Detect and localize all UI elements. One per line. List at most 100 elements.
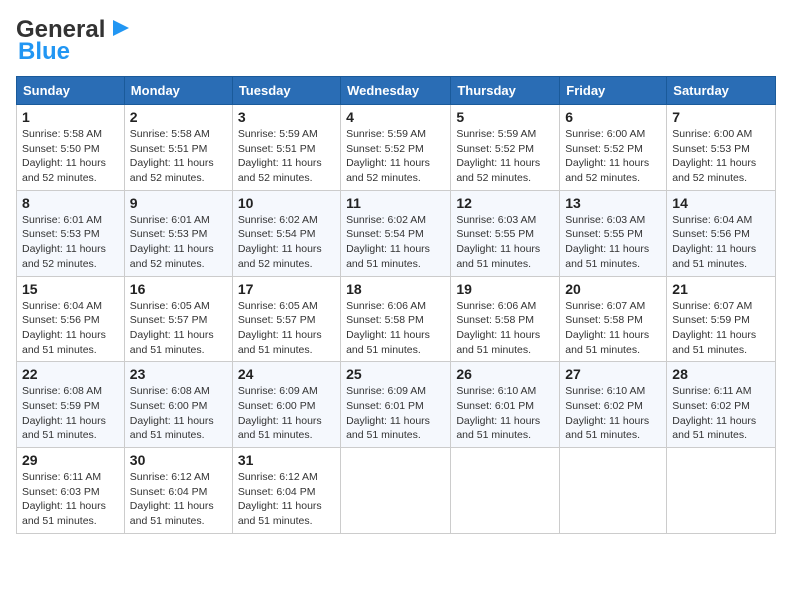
day-info: Sunrise: 6:06 AMSunset: 5:58 PMDaylight:… [456, 300, 540, 356]
day-info: Sunrise: 6:03 AMSunset: 5:55 PMDaylight:… [456, 214, 540, 270]
calendar-cell: 29 Sunrise: 6:11 AMSunset: 6:03 PMDayligh… [17, 448, 125, 534]
day-info: Sunrise: 6:07 AMSunset: 5:59 PMDaylight:… [672, 300, 756, 356]
day-number: 2 [130, 109, 227, 125]
calendar-cell: 4 Sunrise: 5:59 AMSunset: 5:52 PMDaylight… [341, 105, 451, 191]
calendar-cell [667, 448, 776, 534]
day-info: Sunrise: 6:10 AMSunset: 6:02 PMDaylight:… [565, 385, 649, 441]
calendar-cell: 14 Sunrise: 6:04 AMSunset: 5:56 PMDayligh… [667, 190, 776, 276]
day-number: 19 [456, 281, 554, 297]
calendar-cell: 11 Sunrise: 6:02 AMSunset: 5:54 PMDayligh… [341, 190, 451, 276]
calendar-week-2: 8Sunrise: 6:01 AMSunset: 5:53 PMDaylight… [17, 190, 776, 276]
day-info: Sunrise: 5:58 AMSunset: 5:51 PMDaylight:… [130, 128, 214, 184]
calendar-cell [341, 448, 451, 534]
weekday-header-monday: Monday [124, 77, 232, 105]
day-number: 20 [565, 281, 661, 297]
calendar-cell: 27 Sunrise: 6:10 AMSunset: 6:02 PMDayligh… [560, 362, 667, 448]
day-number: 29 [22, 452, 119, 468]
day-info: Sunrise: 6:09 AMSunset: 6:01 PMDaylight:… [346, 385, 430, 441]
day-number: 17 [238, 281, 335, 297]
day-info: Sunrise: 6:00 AMSunset: 5:53 PMDaylight:… [672, 128, 756, 184]
day-number: 3 [238, 109, 335, 125]
weekday-header-sunday: Sunday [17, 77, 125, 105]
day-info: Sunrise: 6:02 AMSunset: 5:54 PMDaylight:… [238, 214, 322, 270]
day-info: Sunrise: 6:08 AMSunset: 5:59 PMDaylight:… [22, 385, 106, 441]
day-info: Sunrise: 6:04 AMSunset: 5:56 PMDaylight:… [672, 214, 756, 270]
day-number: 26 [456, 366, 554, 382]
weekday-header-saturday: Saturday [667, 77, 776, 105]
day-number: 15 [22, 281, 119, 297]
calendar-cell: 24Sunrise: 6:09 AMSunset: 6:00 PMDayligh… [232, 362, 340, 448]
day-info: Sunrise: 6:12 AMSunset: 6:04 PMDaylight:… [238, 471, 322, 527]
day-number: 28 [672, 366, 770, 382]
calendar-cell: 26 Sunrise: 6:10 AMSunset: 6:01 PMDayligh… [451, 362, 560, 448]
day-info: Sunrise: 5:59 AMSunset: 5:51 PMDaylight:… [238, 128, 322, 184]
weekday-header-thursday: Thursday [451, 77, 560, 105]
calendar-cell: 2 Sunrise: 5:58 AMSunset: 5:51 PMDaylight… [124, 105, 232, 191]
calendar-table: SundayMondayTuesdayWednesdayThursdayFrid… [16, 76, 776, 534]
calendar-cell: 22 Sunrise: 6:08 AMSunset: 5:59 PMDayligh… [17, 362, 125, 448]
calendar-cell: 18 Sunrise: 6:06 AMSunset: 5:58 PMDayligh… [341, 276, 451, 362]
calendar-cell: 1Sunrise: 5:58 AMSunset: 5:50 PMDaylight… [17, 105, 125, 191]
day-number: 8 [22, 195, 119, 211]
calendar-week-4: 22 Sunrise: 6:08 AMSunset: 5:59 PMDayligh… [17, 362, 776, 448]
day-number: 21 [672, 281, 770, 297]
day-number: 5 [456, 109, 554, 125]
calendar-cell: 15 Sunrise: 6:04 AMSunset: 5:56 PMDayligh… [17, 276, 125, 362]
day-number: 9 [130, 195, 227, 211]
calendar-cell [451, 448, 560, 534]
day-number: 18 [346, 281, 445, 297]
day-number: 13 [565, 195, 661, 211]
calendar-header-row: SundayMondayTuesdayWednesdayThursdayFrid… [17, 77, 776, 105]
calendar-cell: 28 Sunrise: 6:11 AMSunset: 6:02 PMDayligh… [667, 362, 776, 448]
calendar-body: 1Sunrise: 5:58 AMSunset: 5:50 PMDaylight… [17, 105, 776, 534]
day-number: 12 [456, 195, 554, 211]
day-info: Sunrise: 6:04 AMSunset: 5:56 PMDaylight:… [22, 300, 106, 356]
calendar-cell: 17 Sunrise: 6:05 AMSunset: 5:57 PMDayligh… [232, 276, 340, 362]
day-info: Sunrise: 6:02 AMSunset: 5:54 PMDaylight:… [346, 214, 430, 270]
day-number: 6 [565, 109, 661, 125]
day-info: Sunrise: 6:11 AMSunset: 6:03 PMDaylight:… [22, 471, 106, 527]
day-info: Sunrise: 6:06 AMSunset: 5:58 PMDaylight:… [346, 300, 430, 356]
day-number: 23 [130, 366, 227, 382]
weekday-header-tuesday: Tuesday [232, 77, 340, 105]
day-info: Sunrise: 6:11 AMSunset: 6:02 PMDaylight:… [672, 385, 756, 441]
calendar-cell: 30 Sunrise: 6:12 AMSunset: 6:04 PMDayligh… [124, 448, 232, 534]
calendar-cell: 6Sunrise: 6:00 AMSunset: 5:52 PMDaylight… [560, 105, 667, 191]
day-info: Sunrise: 6:10 AMSunset: 6:01 PMDaylight:… [456, 385, 540, 441]
calendar-cell: 20 Sunrise: 6:07 AMSunset: 5:58 PMDayligh… [560, 276, 667, 362]
day-number: 11 [346, 195, 445, 211]
calendar-cell: 23 Sunrise: 6:08 AMSunset: 6:00 PMDayligh… [124, 362, 232, 448]
calendar-cell: 8Sunrise: 6:01 AMSunset: 5:53 PMDaylight… [17, 190, 125, 276]
day-info: Sunrise: 6:08 AMSunset: 6:00 PMDaylight:… [130, 385, 214, 441]
calendar-cell: 19 Sunrise: 6:06 AMSunset: 5:58 PMDayligh… [451, 276, 560, 362]
calendar-cell: 31Sunrise: 6:12 AMSunset: 6:04 PMDayligh… [232, 448, 340, 534]
day-number: 27 [565, 366, 661, 382]
day-info: Sunrise: 6:05 AMSunset: 5:57 PMDaylight:… [238, 300, 322, 356]
day-info: Sunrise: 6:03 AMSunset: 5:55 PMDaylight:… [565, 214, 649, 270]
day-info: Sunrise: 6:07 AMSunset: 5:58 PMDaylight:… [565, 300, 649, 356]
day-number: 25 [346, 366, 445, 382]
day-number: 22 [22, 366, 119, 382]
day-number: 14 [672, 195, 770, 211]
logo-blue: Blue [18, 38, 70, 66]
day-info: Sunrise: 5:59 AMSunset: 5:52 PMDaylight:… [456, 128, 540, 184]
day-number: 30 [130, 452, 227, 468]
calendar-cell: 9Sunrise: 6:01 AMSunset: 5:53 PMDaylight… [124, 190, 232, 276]
day-number: 16 [130, 281, 227, 297]
logo: General Blue [16, 16, 135, 66]
weekday-header-friday: Friday [560, 77, 667, 105]
page-header: General Blue [16, 16, 776, 66]
calendar-cell: 10Sunrise: 6:02 AMSunset: 5:54 PMDayligh… [232, 190, 340, 276]
calendar-week-3: 15 Sunrise: 6:04 AMSunset: 5:56 PMDayligh… [17, 276, 776, 362]
day-info: Sunrise: 5:59 AMSunset: 5:52 PMDaylight:… [346, 128, 430, 184]
day-info: Sunrise: 6:12 AMSunset: 6:04 PMDaylight:… [130, 471, 214, 527]
calendar-cell: 21 Sunrise: 6:07 AMSunset: 5:59 PMDayligh… [667, 276, 776, 362]
calendar-cell: 7Sunrise: 6:00 AMSunset: 5:53 PMDaylight… [667, 105, 776, 191]
calendar-cell: 5 Sunrise: 5:59 AMSunset: 5:52 PMDaylight… [451, 105, 560, 191]
day-info: Sunrise: 5:58 AMSunset: 5:50 PMDaylight:… [22, 128, 106, 184]
logo-icon [107, 14, 135, 42]
calendar-cell: 25 Sunrise: 6:09 AMSunset: 6:01 PMDayligh… [341, 362, 451, 448]
day-number: 4 [346, 109, 445, 125]
calendar-cell: 3 Sunrise: 5:59 AMSunset: 5:51 PMDaylight… [232, 105, 340, 191]
day-info: Sunrise: 6:05 AMSunset: 5:57 PMDaylight:… [130, 300, 214, 356]
